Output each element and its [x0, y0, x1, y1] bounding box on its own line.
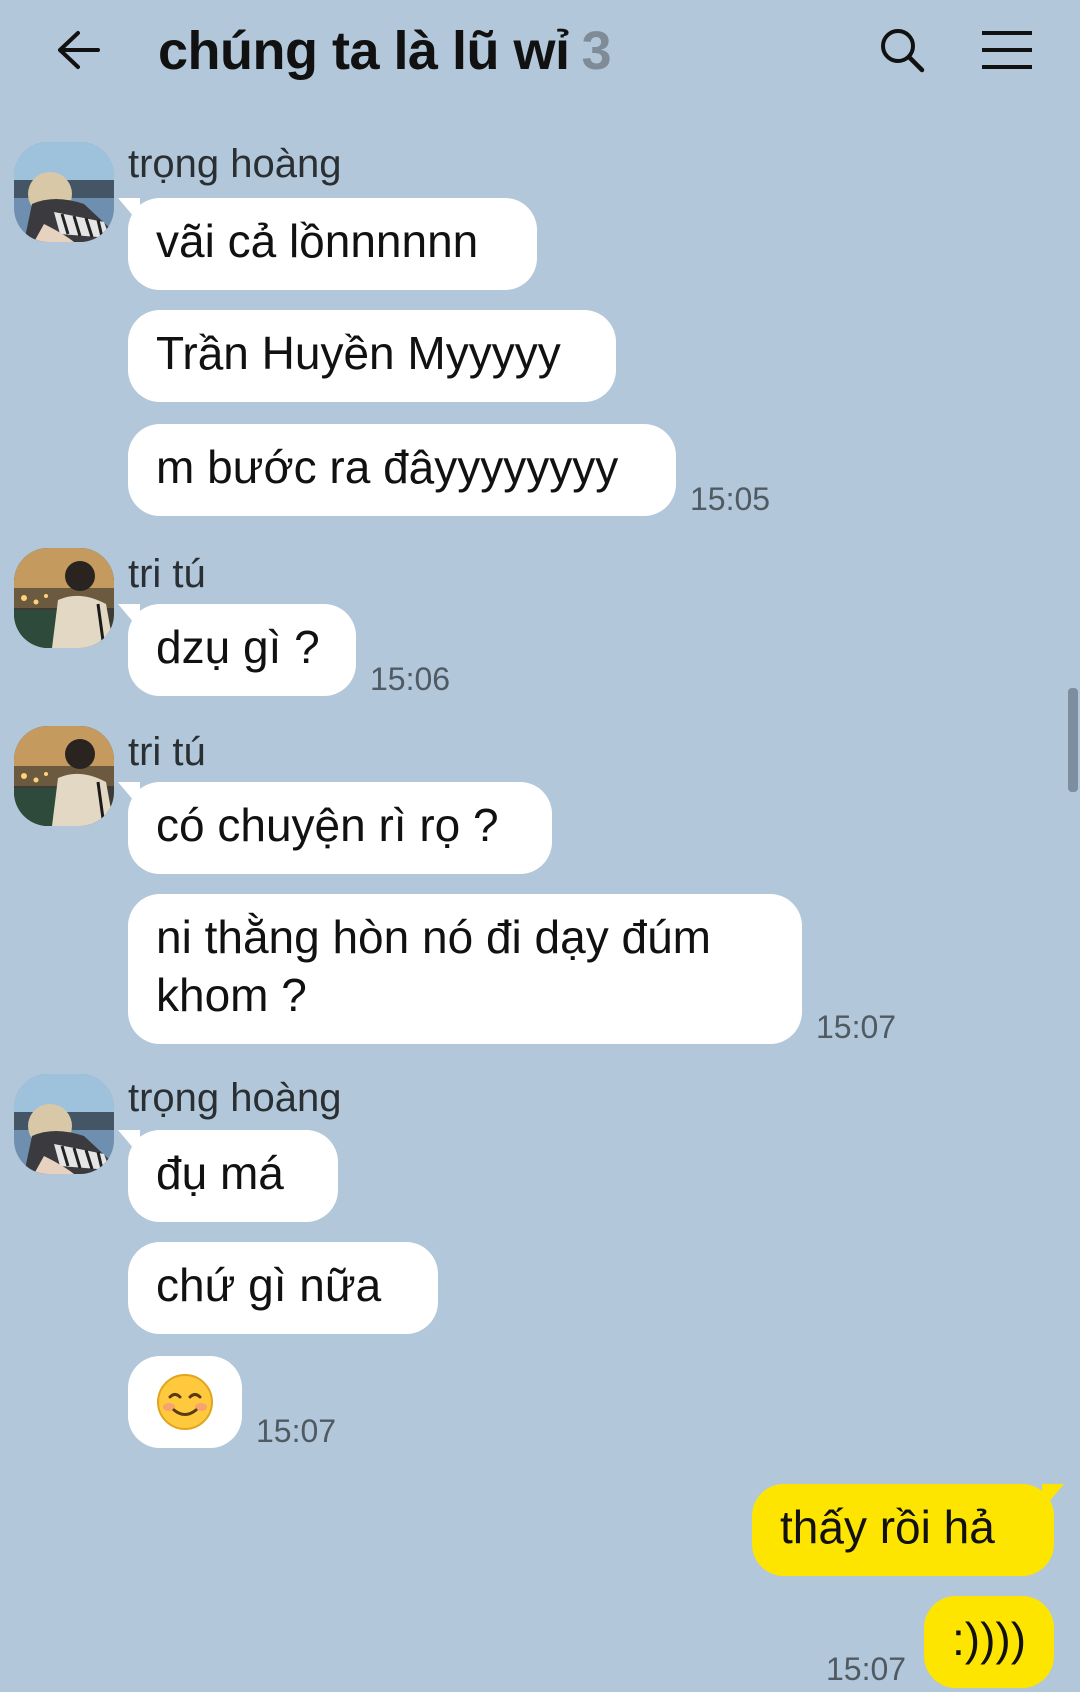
sender-name: tri tú — [128, 552, 206, 596]
hamburger-menu-icon — [982, 31, 1032, 69]
message-bubble[interactable]: có chuyện rì rọ ? — [118, 782, 552, 874]
chat-header: chúng ta là lũ wỉ 3 — [0, 0, 1080, 110]
message-time: 15:07 — [826, 1651, 907, 1687]
scrollbar[interactable] — [1068, 688, 1078, 792]
chat-title: chúng ta là lũ wỉ 3 — [158, 20, 612, 82]
avatar-trong-hoang[interactable] — [14, 1074, 114, 1174]
message-bubble[interactable]: chứ gì nữa — [128, 1242, 438, 1334]
message-time: 15:06 — [370, 661, 451, 697]
avatar-tri-tu[interactable] — [14, 548, 114, 648]
sender-name: trọng hoàng — [128, 142, 342, 186]
message-time: 15:05 — [690, 481, 771, 517]
avatar-trong-hoang[interactable] — [14, 142, 114, 242]
back-button[interactable] — [50, 22, 106, 78]
message-bubble[interactable]: Trần Huyền Myyyyy — [128, 310, 616, 402]
message-bubble[interactable]: ni thằng hòn nó đi dạy đúm khom ? — [128, 894, 802, 1044]
smiling-face-emoji-icon — [157, 1374, 213, 1430]
menu-button[interactable] — [978, 22, 1036, 78]
chat-title-text: chúng ta là lũ wỉ — [158, 21, 570, 81]
sender-name: tri tú — [128, 730, 206, 774]
member-count: 3 — [581, 21, 612, 81]
emoji-bubble[interactable] — [128, 1356, 242, 1448]
sender-name: trọng hoàng — [128, 1076, 342, 1120]
message-time: 15:07 — [256, 1413, 337, 1449]
search-icon — [881, 29, 925, 73]
message-bubble[interactable]: dzụ gì ? — [118, 604, 356, 696]
avatar-tri-tu[interactable] — [14, 726, 114, 826]
my-message-bubble[interactable]: thấy rồi hả — [752, 1484, 1064, 1576]
my-message-bubble[interactable]: :)))) — [924, 1596, 1054, 1688]
message-time: 15:07 — [816, 1009, 897, 1045]
message-bubble[interactable]: m bước ra đâyyyyyyyy — [128, 424, 676, 516]
message-bubble[interactable]: đụ má — [118, 1130, 338, 1222]
search-button[interactable] — [874, 22, 930, 78]
arrow-left-icon — [58, 31, 100, 69]
message-bubble[interactable]: vãi cả lồnnnnnn — [118, 198, 537, 290]
